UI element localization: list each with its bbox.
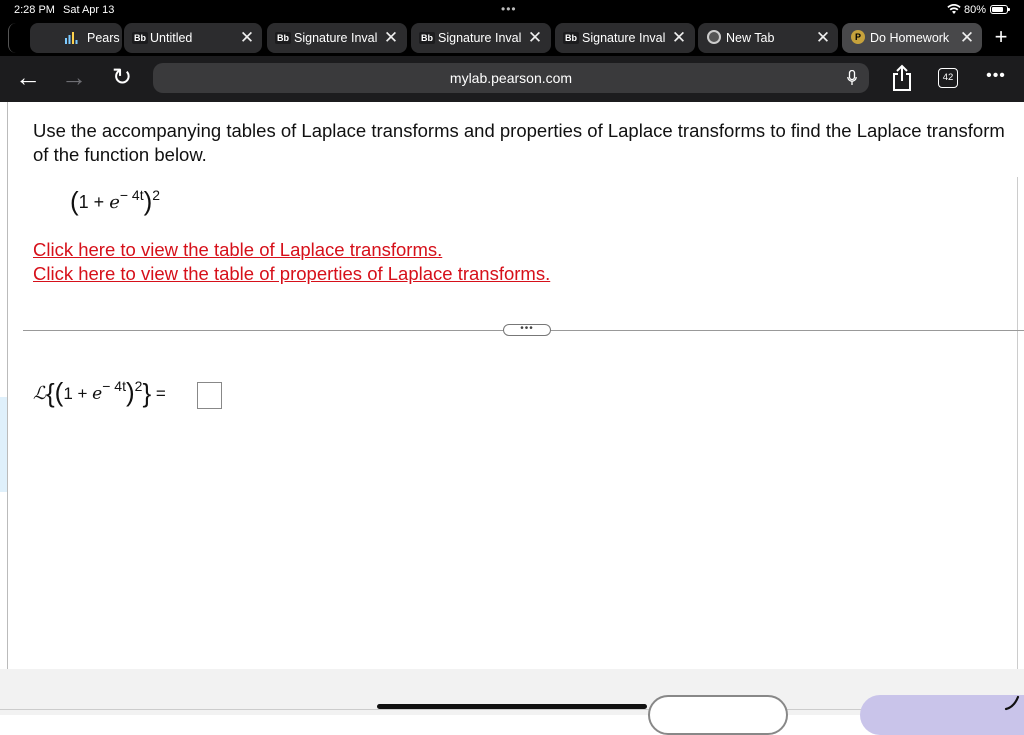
tab-do-homework[interactable]: P Do Homework ✕: [842, 23, 982, 53]
reload-icon[interactable]: ↻: [108, 64, 136, 92]
tab-label: New Tab: [726, 31, 775, 45]
tab-label: Untitled: [150, 31, 193, 45]
home-indicator[interactable]: [377, 704, 647, 709]
tab-label: Do Homework: [870, 31, 950, 45]
bb-icon: Bb: [132, 32, 148, 44]
back-arrow-icon[interactable]: ←: [14, 64, 42, 90]
clear-all-button[interactable]: [648, 695, 788, 735]
close-tab-icon[interactable]: ✕: [958, 28, 976, 48]
browser-toolbar: ← → ↻ mylab.pearson.com 42 •••: [0, 56, 1024, 102]
pencil-stroke-icon: [1004, 695, 1020, 711]
tab-label: Signature Inval: [438, 31, 522, 45]
bottom-bar: [0, 669, 1024, 735]
tab-signature-1[interactable]: Bb Signature Inval ✕: [267, 23, 407, 53]
left-border: [7, 102, 8, 669]
battery-icon: [990, 5, 1010, 14]
forward-arrow-icon[interactable]: →: [60, 64, 88, 90]
bb-icon: Bb: [563, 32, 579, 44]
question-text: Use the accompanying tables of Laplace t…: [33, 120, 1005, 165]
status-time: 2:28 PM: [14, 4, 55, 16]
left-accent-bar: [0, 397, 7, 492]
url-text: mylab.pearson.com: [449, 70, 573, 86]
laplace-table-link[interactable]: Click here to view the table of Laplace …: [33, 238, 550, 262]
tab-new-tab[interactable]: New Tab ✕: [698, 23, 838, 53]
more-menu-icon[interactable]: •••: [983, 66, 1009, 86]
status-date: Sat Apr 13: [63, 4, 115, 16]
laplace-properties-link[interactable]: Click here to view the table of properti…: [33, 262, 550, 286]
tab-label: Signature Inval: [294, 31, 378, 45]
expand-handle[interactable]: •••: [503, 324, 551, 336]
status-bar: 2:28 PM Sat Apr 13 ••• 80%: [0, 0, 1024, 20]
tab-label: Pearson's I: [87, 31, 120, 45]
pearson-p-icon: P: [851, 30, 865, 44]
bb-icon: Bb: [419, 32, 435, 44]
bar-chart-icon: [65, 32, 78, 44]
tab-pearsons[interactable]: Pearson's I: [30, 23, 122, 53]
close-tab-icon[interactable]: ✕: [526, 28, 544, 48]
close-tab-icon[interactable]: ✕: [670, 28, 688, 48]
wifi-icon: [947, 4, 961, 14]
address-bar[interactable]: mylab.pearson.com: [153, 63, 869, 93]
help-links: Click here to view the table of Laplace …: [33, 238, 550, 286]
microphone-icon[interactable]: [847, 70, 857, 86]
answer-expression: ℒ{(1 + e− 4t)2} =: [33, 377, 166, 408]
multitasking-dots[interactable]: •••: [501, 2, 517, 16]
share-icon[interactable]: [890, 64, 914, 92]
close-tab-icon[interactable]: ✕: [238, 28, 256, 48]
new-tab-plus-icon[interactable]: +: [990, 24, 1012, 50]
tab-signature-3[interactable]: Bb Signature Inval ✕: [555, 23, 695, 53]
globe-icon: [707, 30, 721, 44]
bb-icon: Bb: [275, 32, 291, 44]
page-content: Use the accompanying tables of Laplace t…: [0, 102, 1024, 669]
tab-signature-2[interactable]: Bb Signature Inval ✕: [411, 23, 551, 53]
tab-bar: Pearson's I Bb Untitled ✕ Bb Signature I…: [0, 20, 1024, 56]
battery-percent: 80%: [964, 4, 987, 16]
answer-input-box[interactable]: [197, 382, 222, 409]
close-tab-icon[interactable]: ✕: [814, 28, 832, 48]
right-border: [1017, 177, 1018, 669]
tab-count-icon[interactable]: 42: [938, 68, 958, 88]
function-expression: (1 + e− 4t)2: [70, 186, 161, 216]
check-answer-button[interactable]: [860, 695, 1024, 735]
close-tab-icon[interactable]: ✕: [382, 28, 400, 48]
tab-untitled[interactable]: Bb Untitled ✕: [124, 23, 262, 53]
tab-label: Signature Inval: [582, 31, 666, 45]
